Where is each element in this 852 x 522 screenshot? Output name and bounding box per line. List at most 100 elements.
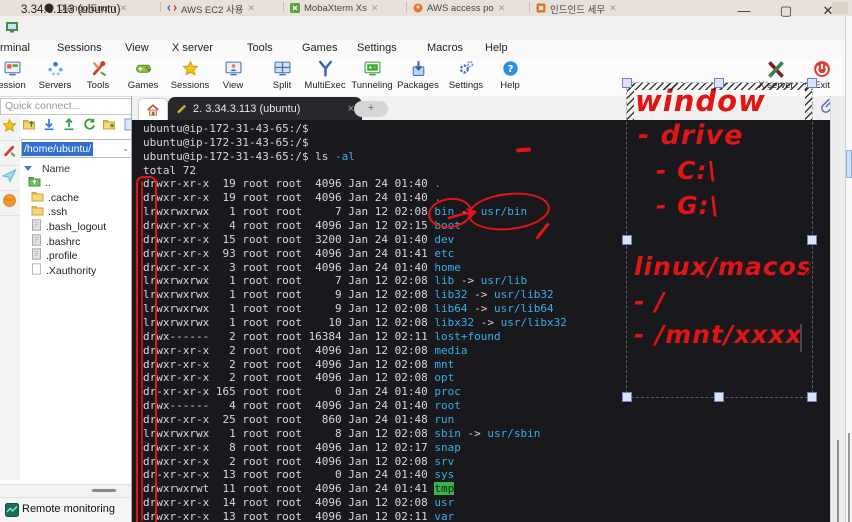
sidebar-tab-strip: [0, 116, 21, 480]
tab-label: 2. 3.34.3.113 (ubuntu): [193, 102, 301, 115]
resize-handle[interactable]: [714, 78, 724, 88]
home-tab[interactable]: [138, 98, 168, 121]
paper-plane-icon: [1, 168, 17, 188]
toolbar-button-tunneling[interactable]: Tunneling: [346, 60, 398, 91]
annotation-column-line: [141, 181, 143, 521]
toolbar-button-help[interactable]: ? Help: [484, 60, 536, 91]
minimize-button[interactable]: —: [733, 3, 755, 18]
file-name: ..: [45, 177, 51, 190]
resize-handle[interactable]: [622, 235, 632, 245]
title-bar: [0, 16, 852, 41]
tab-close-icon[interactable]: ✕: [498, 3, 506, 14]
sftp-panel: [20, 116, 132, 480]
menu-item-settings[interactable]: Settings: [357, 42, 397, 54]
menu-bar: rminal Sessions View X server Tools Games Sett…: [0, 40, 852, 58]
file-row[interactable]: .bashrc: [28, 233, 132, 249]
resize-handle[interactable]: [714, 392, 724, 402]
file-name: .cache: [48, 191, 79, 204]
menu-item-view[interactable]: View: [125, 42, 149, 54]
tunneling-icon: [346, 60, 398, 79]
file-name: .ssh: [48, 206, 68, 219]
menu-item-games[interactable]: Games: [302, 42, 337, 54]
menu-item-sessions[interactable]: Sessions: [57, 42, 102, 54]
new-tab-button[interactable]: +: [354, 101, 388, 117]
sidebar-tab[interactable]: [0, 166, 19, 191]
toolbar-label: MultiExec: [304, 80, 346, 91]
toolbar-button-view[interactable]: View: [207, 60, 259, 91]
sidebar-tab[interactable]: [0, 191, 19, 216]
help-icon: ?: [484, 60, 536, 79]
resize-handle[interactable]: [807, 392, 817, 402]
terminal-scrollbar[interactable]: [837, 440, 839, 522]
file-row[interactable]: .ssh: [28, 205, 132, 220]
resize-handle[interactable]: [622, 392, 632, 402]
selection-marquee[interactable]: [622, 78, 817, 402]
file-row[interactable]: .profile: [28, 248, 132, 264]
toolbar-label: Help: [500, 80, 520, 91]
browser-tab-title: 인드인드 세무: [550, 4, 606, 16]
browser-tab[interactable]: MobaXterm Xs ✕: [284, 1, 406, 16]
tools-red-icon: [2, 143, 17, 163]
resize-handle[interactable]: [622, 78, 632, 88]
sftp-toolbar: [22, 117, 136, 134]
file-name: .profile: [46, 250, 78, 263]
quick-connect-input[interactable]: Quick connect...: [0, 98, 135, 115]
sidebar-tab[interactable]: [0, 141, 19, 166]
menu-item-rminal[interactable]: rminal: [0, 42, 30, 54]
mobaxterm-icon: [290, 0, 300, 16]
tab-close-icon[interactable]: ✕: [371, 3, 379, 14]
browser-tab[interactable]: AWS EC2 사용 ✕: [161, 1, 283, 16]
multiexec-icon: [299, 60, 351, 79]
exit-icon: [796, 60, 848, 79]
refresh-icon[interactable]: [82, 118, 96, 134]
file-row[interactable]: .bash_logout: [28, 219, 132, 235]
terminal-line: dr-xr-xr-x 13 root root 0 Jan 24 01:40 s…: [143, 468, 455, 482]
browser-scrollbar[interactable]: [848, 433, 850, 522]
file-white-icon: [31, 262, 42, 280]
browser-tab-title: AWS access po: [427, 3, 494, 14]
edge-widget: [846, 150, 852, 178]
download-icon[interactable]: [42, 118, 56, 134]
upload-icon[interactable]: [62, 117, 76, 134]
monitoring-chart-icon: [5, 503, 19, 517]
home-icon: [147, 104, 159, 116]
mobaxterm-window: Django Enum ✕ AWS EC2 사용 ✕ MobaXterm Xs …: [0, 0, 852, 522]
toolbar-label: Games: [127, 80, 159, 91]
toolbar-button-packages[interactable]: Packages: [392, 60, 444, 91]
maximize-button[interactable]: ▢: [775, 3, 797, 19]
games-icon: [117, 60, 169, 79]
file-row[interactable]: .Xauthority: [28, 262, 132, 280]
terminal-line: drwxrwxrwt 11 root root 4096 Jan 24 01:4…: [143, 482, 455, 496]
close-button[interactable]: ✕: [817, 3, 839, 19]
new-folder-icon[interactable]: [102, 118, 116, 134]
browser-tab-title: MobaXterm Xs: [304, 3, 367, 14]
remote-monitoring-button[interactable]: Remote monitoring: [22, 503, 115, 515]
resize-handle[interactable]: [807, 235, 817, 245]
file-list-header[interactable]: Name: [42, 163, 70, 175]
menu-item-x-server[interactable]: X server: [172, 42, 213, 54]
scrollbar-thumb[interactable]: [92, 489, 116, 492]
sort-arrow-icon[interactable]: [24, 166, 32, 171]
folder-up-icon[interactable]: [22, 118, 36, 134]
toolbar-button-games[interactable]: Games: [117, 60, 169, 91]
menu-item-help[interactable]: Help: [485, 42, 508, 54]
annotation-arrow: [447, 208, 477, 220]
tab-close-icon[interactable]: ✕: [248, 3, 256, 14]
resize-handle[interactable]: [807, 78, 817, 88]
code-icon: [167, 0, 177, 16]
svg-text:?: ?: [507, 64, 513, 75]
star-icon: [2, 118, 17, 138]
browser-tab[interactable]: AWS access po ✕: [407, 1, 529, 16]
path-value: /home/ubuntu/: [22, 141, 94, 156]
path-dropdown[interactable]: /home/ubuntu/ ⌄: [21, 139, 133, 158]
sidebar-tab[interactable]: [0, 116, 19, 141]
tab-close-icon[interactable]: ✕: [609, 3, 617, 14]
menu-item-macros[interactable]: Macros: [427, 42, 463, 54]
terminal-line: drwxr-xr-x 2 root root 4096 Jan 12 02:08…: [143, 454, 455, 468]
toolbar-button-multiexec[interactable]: MultiExec: [299, 60, 351, 91]
tab-terminal-session[interactable]: 2. 3.34.3.113 (ubuntu) ×: [168, 97, 362, 120]
browser-tab[interactable]: 인드인드 세무 ✕: [530, 1, 652, 16]
browser-tab-strip: Django Enum ✕ AWS EC2 사용 ✕ MobaXterm Xs …: [0, 0, 852, 16]
terminal-line: lrwxrwxrwx 1 root root 8 Jan 12 02:08 sb…: [143, 426, 541, 440]
menu-item-tools[interactable]: Tools: [247, 42, 273, 54]
